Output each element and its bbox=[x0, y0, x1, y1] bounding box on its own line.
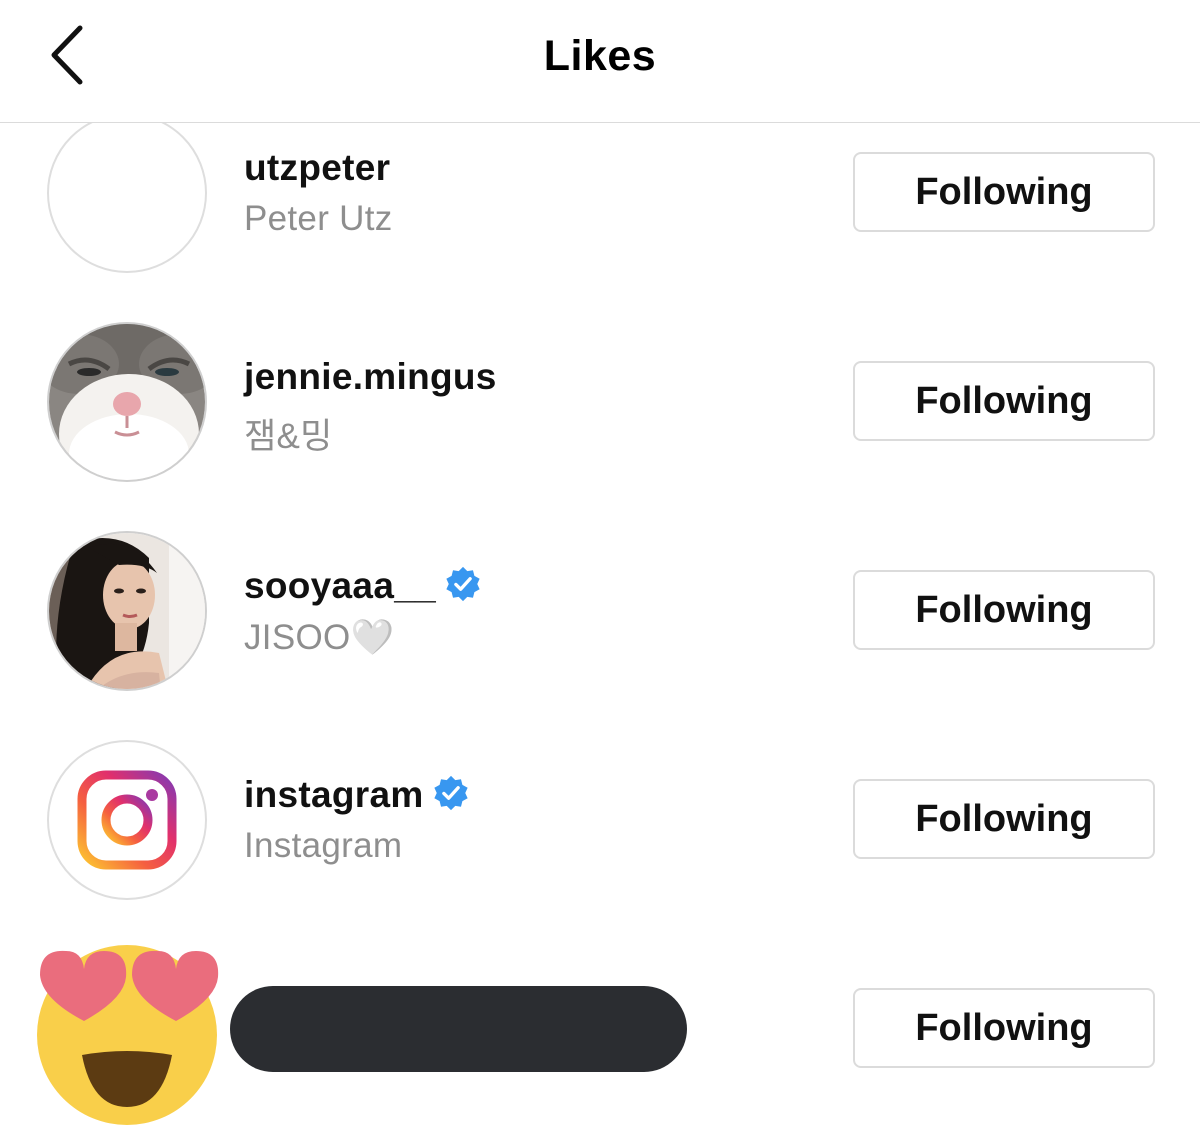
full-name: Instagram bbox=[244, 826, 403, 865]
heart-eyes-emoji-icon bbox=[37, 945, 219, 1125]
username-text[interactable]: instagram bbox=[244, 774, 424, 815]
full-name: Peter Utz bbox=[244, 199, 393, 238]
page-title: Likes bbox=[543, 32, 657, 80]
following-button[interactable]: Following bbox=[853, 361, 1155, 441]
redaction-bar bbox=[230, 986, 687, 1072]
list-item[interactable]: sooyaaa__ JISOO🤍 Following bbox=[0, 531, 1200, 750]
list-item[interactable]: jennie.mingus 잼&밍 Following bbox=[0, 322, 1200, 541]
portrait-photo bbox=[49, 533, 205, 689]
instagram-logo-icon bbox=[77, 770, 177, 870]
top-navigation-bar: Likes bbox=[0, 0, 1200, 123]
full-name: JISOO🤍 bbox=[244, 618, 395, 657]
verified-badge-icon bbox=[446, 567, 480, 602]
avatar[interactable] bbox=[47, 531, 207, 691]
avatar[interactable] bbox=[47, 740, 207, 900]
following-button[interactable]: Following bbox=[853, 779, 1155, 859]
cat-photo bbox=[49, 324, 205, 480]
following-button[interactable]: Following bbox=[853, 152, 1155, 232]
username[interactable]: sooyaaa__ bbox=[244, 565, 482, 607]
username[interactable]: utzpeter bbox=[244, 147, 390, 189]
username[interactable]: instagram bbox=[244, 774, 470, 816]
username-text[interactable]: sooyaaa__ bbox=[244, 565, 436, 606]
following-button[interactable]: Following bbox=[853, 570, 1155, 650]
verified-badge-icon bbox=[433, 776, 468, 811]
avatar[interactable] bbox=[47, 322, 207, 482]
following-button[interactable]: Following bbox=[853, 988, 1155, 1068]
list-item[interactable]: utzpeter Peter Utz Following bbox=[0, 123, 1200, 332]
list-item[interactable]: instagram Instagram Following bbox=[0, 740, 1200, 959]
likes-list: utzpeter Peter Utz Following jennie.ming… bbox=[0, 123, 1200, 1125]
username[interactable]: jennie.mingus bbox=[244, 356, 497, 398]
avatar[interactable] bbox=[47, 123, 207, 273]
full-name: 잼&밍 bbox=[244, 417, 333, 456]
